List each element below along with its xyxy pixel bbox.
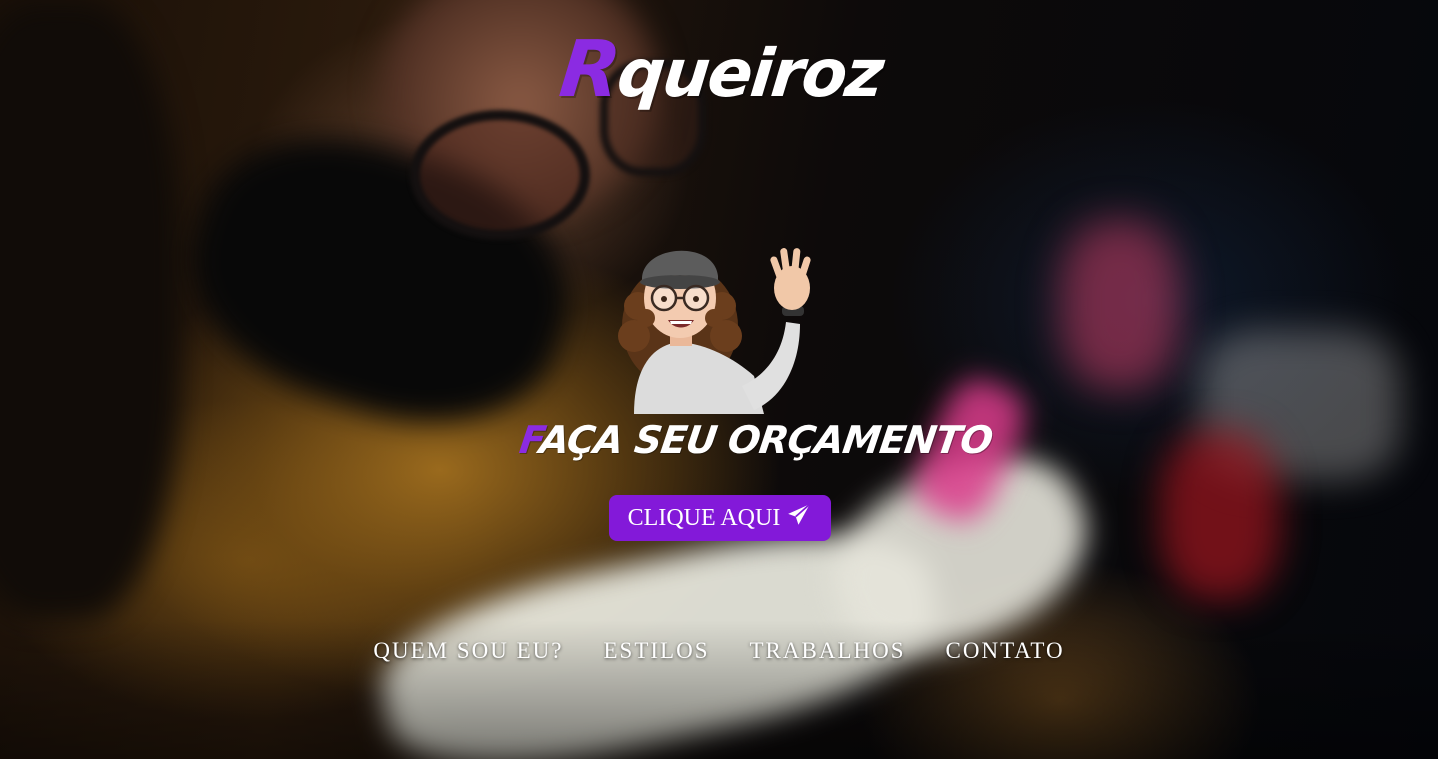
brand-rest: queiroz	[613, 35, 886, 112]
brand-logo-text: Rqueiroz	[555, 20, 888, 124]
cta-label: CLIQUE AQUI	[627, 504, 781, 531]
quote-headline: FAÇA SEU ORÇAMENTO	[517, 418, 995, 462]
cta-button[interactable]: CLIQUE AQUI	[609, 495, 831, 541]
nav-item-quem-sou-eu[interactable]: QUEM SOU EU?	[373, 638, 563, 664]
nav-item-estilos[interactable]: ESTILOS	[604, 638, 710, 664]
background-hair	[0, 0, 180, 620]
background-equipment	[1060, 220, 1180, 390]
nav-item-contato[interactable]: CONTATO	[946, 638, 1065, 664]
waving-memoji-avatar	[614, 226, 814, 414]
background-red-object	[1160, 430, 1280, 600]
background-glasses-left	[410, 110, 590, 240]
brand-logo[interactable]: Rqueiroz	[555, 20, 885, 120]
main-nav: QUEM SOU EU? ESTILOS TRABALHOS CONTATO	[0, 638, 1438, 664]
headline-rest: AÇA SEU ORÇAMENTO	[536, 418, 995, 462]
brand-initial: R	[555, 25, 624, 115]
hero-section: Rqueiroz FAÇA SEU ORÇAMENTO CLIQUE AQUI …	[0, 0, 1438, 759]
nav-item-trabalhos[interactable]: TRABALHOS	[750, 638, 906, 664]
paper-plane-icon	[786, 502, 812, 535]
